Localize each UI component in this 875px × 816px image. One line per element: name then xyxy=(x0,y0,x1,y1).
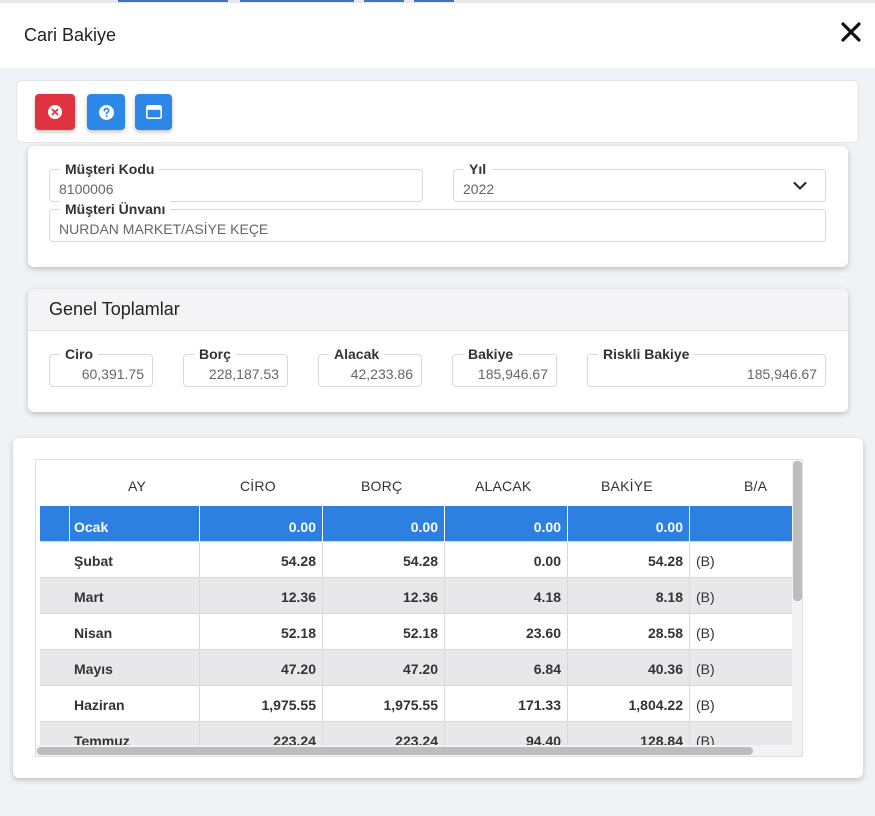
cell-bakiye: 1,804.22 xyxy=(568,686,690,722)
cell-borc: 0.00 xyxy=(323,506,445,542)
bakiye-value: 185,946.67 xyxy=(477,366,548,382)
cell-alacak: 0.00 xyxy=(445,506,568,542)
table-row[interactable]: Şubat 54.28 54.28 0.00 54.28 (B) xyxy=(40,542,792,578)
ciro-label: Ciro xyxy=(60,346,98,362)
cell-bakiye: 28.58 xyxy=(568,614,690,650)
alacak-label: Alacak xyxy=(329,346,385,362)
cell-ba: (B) xyxy=(696,553,715,569)
table-row[interactable]: Nisan 52.18 52.18 23.60 28.58 (B) xyxy=(40,614,792,650)
totals-card: Genel Toplamlar Ciro 60,391.75 Borç 228,… xyxy=(28,289,848,412)
header-borc[interactable]: BORÇ xyxy=(361,478,402,494)
cell-borc: 52.18 xyxy=(323,614,445,650)
cell-ba: (B) xyxy=(696,625,715,641)
toolbar xyxy=(16,80,859,143)
cell-month: Şubat xyxy=(40,542,200,578)
chevron-down-icon xyxy=(793,182,807,190)
cell-ciro: 52.18 xyxy=(200,614,323,650)
cell-ciro: 12.36 xyxy=(200,578,323,614)
cell-borc: 1,975.55 xyxy=(323,686,445,722)
window-button[interactable] xyxy=(135,94,172,130)
cell-ciro: 54.28 xyxy=(200,542,323,578)
dialog-title: Cari Bakiye xyxy=(24,25,117,45)
x-circle-icon xyxy=(48,105,62,119)
ciro-value: 60,391.75 xyxy=(81,366,144,382)
question-circle-icon xyxy=(98,104,114,120)
grid-header: AY CİRO BORÇ ALACAK BAKİYE B/A xyxy=(36,460,792,506)
alacak-field[interactable]: Alacak 42,233.86 xyxy=(318,346,422,387)
dialog-titlebar: Cari Bakiye xyxy=(0,0,875,68)
cell-bakiye: 0.00 xyxy=(568,506,690,542)
table-row[interactable]: Haziran 1,975.55 1,975.55 171.33 1,804.2… xyxy=(40,686,792,722)
borc-label: Borç xyxy=(194,346,236,362)
cell-month: Ocak xyxy=(40,506,200,542)
cell-month: Mart xyxy=(40,578,200,614)
riskli-bakiye-label: Riskli Bakiye xyxy=(598,346,695,362)
customer-code-label: Müşteri Kodu xyxy=(60,161,160,177)
cell-alacak: 0.00 xyxy=(445,542,568,578)
borc-field[interactable]: Borç 228,187.53 xyxy=(183,346,288,387)
borc-value: 228,187.53 xyxy=(208,366,279,382)
cell-borc: 54.28 xyxy=(323,542,445,578)
year-label: Yıl xyxy=(464,161,492,177)
cell-month: Nisan xyxy=(40,614,200,650)
customer-code-value: 8100006 xyxy=(59,181,114,197)
help-button[interactable] xyxy=(87,94,125,130)
horizontal-scroll-thumb[interactable] xyxy=(37,747,753,755)
header-ay[interactable]: AY xyxy=(128,478,146,494)
cell-borc: 12.36 xyxy=(323,578,445,614)
cell-ba: (B) xyxy=(696,697,715,713)
cell-ba xyxy=(690,506,792,542)
cell-ba: (B) xyxy=(696,661,715,677)
customer-name-label: Müşteri Ünvanı xyxy=(60,201,171,217)
cell-bakiye: 8.18 xyxy=(568,578,690,614)
header-bakiye[interactable]: BAKİYE xyxy=(601,478,653,494)
window-icon xyxy=(145,105,162,119)
bakiye-field[interactable]: Bakiye 185,946.67 xyxy=(452,346,557,387)
cell-ciro: 0.00 xyxy=(200,506,323,542)
table-card: AY CİRO BORÇ ALACAK BAKİYE B/A Ocak 0.00… xyxy=(13,438,863,778)
close-icon[interactable] xyxy=(838,19,864,45)
customer-card: Müşteri Kodu 8100006 Yıl 2022 Müşteri Ün… xyxy=(28,146,848,267)
cell-month: Mayıs xyxy=(40,650,200,686)
cell-alacak: 171.33 xyxy=(445,686,568,722)
cell-borc: 47.20 xyxy=(323,650,445,686)
cancel-button[interactable] xyxy=(35,94,75,130)
header-ciro[interactable]: CİRO xyxy=(240,478,276,494)
cell-bakiye: 54.28 xyxy=(568,542,690,578)
table-row[interactable]: Mart 12.36 12.36 4.18 8.18 (B) xyxy=(40,578,792,614)
vertical-scroll-thumb[interactable] xyxy=(793,461,802,601)
header-alacak[interactable]: ALACAK xyxy=(475,478,531,494)
alacak-value: 42,233.86 xyxy=(350,366,413,382)
cell-alacak: 4.18 xyxy=(445,578,568,614)
riskli-bakiye-value: 185,946.67 xyxy=(746,366,817,382)
totals-header: Genel Toplamlar xyxy=(28,289,848,331)
year-select[interactable]: Yıl 2022 xyxy=(453,161,826,202)
ciro-field[interactable]: Ciro 60,391.75 xyxy=(49,346,153,387)
cell-month: Haziran xyxy=(40,686,200,722)
table-row[interactable]: Ocak 0.00 0.00 0.00 0.00 xyxy=(40,506,792,542)
top-strip xyxy=(0,0,875,3)
cell-ciro: 47.20 xyxy=(200,650,323,686)
table-row[interactable]: Mayıs 47.20 47.20 6.84 40.36 (B) xyxy=(40,650,792,686)
monthly-grid: AY CİRO BORÇ ALACAK BAKİYE B/A Ocak 0.00… xyxy=(35,459,803,757)
cell-alacak: 6.84 xyxy=(445,650,568,686)
riskli-bakiye-field[interactable]: Riskli Bakiye 185,946.67 xyxy=(587,346,826,387)
totals-title: Genel Toplamlar xyxy=(49,299,180,319)
customer-name-field[interactable]: Müşteri Ünvanı NURDAN MARKET/ASİYE KEÇE xyxy=(49,201,826,242)
bakiye-label: Bakiye xyxy=(463,346,519,362)
header-ba[interactable]: B/A xyxy=(744,478,767,494)
cell-alacak: 23.60 xyxy=(445,614,568,650)
cell-ciro: 1,975.55 xyxy=(200,686,323,722)
year-value: 2022 xyxy=(463,181,495,197)
customer-name-value: NURDAN MARKET/ASİYE KEÇE xyxy=(59,221,269,237)
customer-code-field[interactable]: Müşteri Kodu 8100006 xyxy=(49,161,423,202)
cell-ba: (B) xyxy=(696,589,715,605)
cell-bakiye: 40.36 xyxy=(568,650,690,686)
